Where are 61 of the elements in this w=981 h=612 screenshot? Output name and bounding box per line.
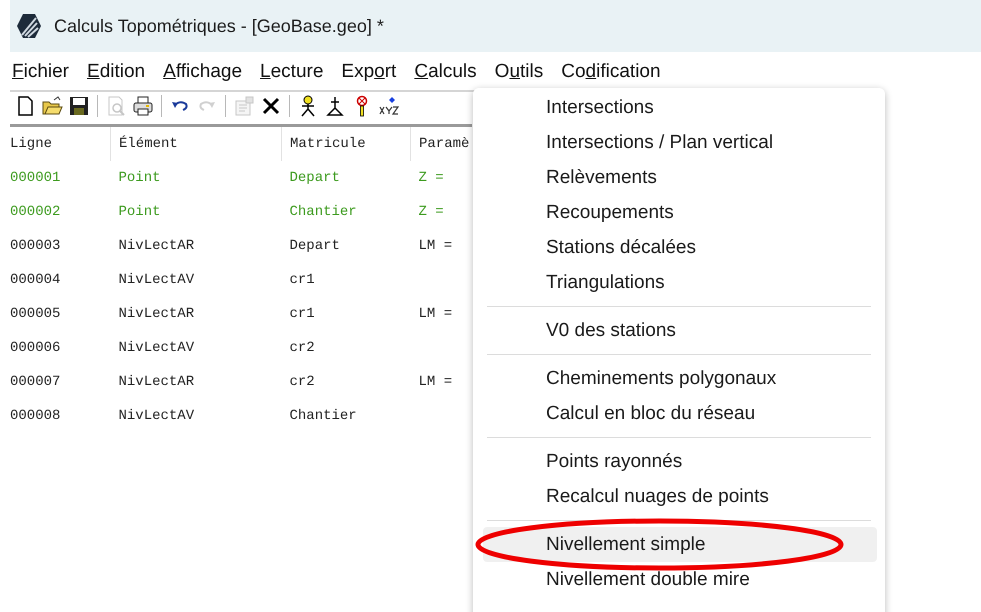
- table-cell-text: Chantier: [288, 203, 358, 222]
- column-header[interactable]: Élément: [110, 127, 282, 161]
- menu-item[interactable]: Edition: [81, 59, 152, 85]
- printer-icon[interactable]: [132, 95, 154, 117]
- menu-item[interactable]: Nivellement simple: [483, 527, 877, 562]
- table-cell-text: NivLectAR: [118, 237, 196, 256]
- app-logo-icon: [16, 13, 42, 39]
- table-cell-text: cr2: [288, 339, 316, 358]
- table-cell-text: cr1: [288, 271, 316, 290]
- menu-item[interactable]: Export: [335, 59, 402, 85]
- table-cell-text: Point: [118, 203, 162, 222]
- table-cell-text: 000007: [10, 373, 62, 392]
- table-cell-text: cr2: [288, 373, 316, 392]
- table-cell-text: LM =: [418, 373, 454, 392]
- tripod-icon[interactable]: [324, 95, 346, 117]
- table-cell-text: NivLectAR: [118, 305, 196, 324]
- table-cell-text: 000002: [10, 203, 62, 222]
- table-cell-text: Depart: [288, 237, 341, 256]
- menu-item[interactable]: Recalcul nuages de points: [483, 479, 877, 514]
- menu-item[interactable]: Calcul en bloc du réseau: [483, 396, 877, 431]
- menu-item[interactable]: Lecture: [254, 59, 330, 85]
- column-header[interactable]: Matricule: [282, 127, 410, 161]
- table-cell-text: 000008: [10, 407, 62, 426]
- table-cell-text: Z =: [418, 203, 445, 222]
- menu-item[interactable]: Intersections / Plan vertical: [483, 125, 877, 160]
- xyz-coordinates-icon[interactable]: [378, 95, 400, 117]
- table-cell-text: NivLectAV: [118, 407, 196, 426]
- window-title: Calculs Topométriques - [GeoBase.geo] *: [54, 16, 384, 36]
- menu-item[interactable]: Codification: [555, 59, 667, 85]
- table-cell: Point: [110, 161, 282, 195]
- table-cell: Depart: [282, 161, 410, 195]
- table-cell-text: Chantier: [288, 407, 358, 426]
- table-cell: 000001: [10, 161, 110, 195]
- menu-item[interactable]: Fichier: [10, 59, 76, 85]
- column-header[interactable]: Ligne: [10, 127, 110, 161]
- menu-item[interactable]: Cheminements polygonaux: [483, 361, 877, 396]
- menu-item[interactable]: Outils: [488, 59, 550, 85]
- menu-item[interactable]: Points rayonnés: [483, 444, 877, 479]
- menu-item[interactable]: Calculs: [408, 59, 483, 85]
- menu-item[interactable]: Recoupements: [483, 195, 877, 230]
- folder-icon[interactable]: [41, 95, 63, 117]
- menu-item[interactable]: Nivellement double mire: [483, 562, 877, 597]
- menu-item[interactable]: V0 des stations: [483, 313, 877, 348]
- menu-item[interactable]: Stations décalées: [483, 230, 877, 265]
- column-header[interactable]: Paramè: [410, 127, 470, 161]
- table-cell-text: 000003: [10, 237, 62, 256]
- table-cell-text: LM =: [418, 237, 454, 256]
- table-cell-text: 000005: [10, 305, 62, 324]
- table-cell-text: NivLectAV: [118, 339, 196, 358]
- table-cell-text: 000004: [10, 271, 62, 290]
- menu-item[interactable]: Intersections: [483, 90, 877, 125]
- table-cell-text: 000006: [10, 339, 62, 358]
- menu-item[interactable]: Triangulations: [483, 265, 877, 300]
- table-cell-text: NivLectAR: [118, 373, 196, 392]
- table-cell-text: LM =: [418, 305, 454, 324]
- table-cell: Z =: [410, 161, 470, 195]
- menu-item[interactable]: Relèvements: [483, 160, 877, 195]
- table-cell-text: cr1: [288, 305, 316, 324]
- table-cell-text: NivLectAV: [118, 271, 196, 290]
- delete-icon[interactable]: [260, 95, 282, 117]
- menu-item[interactable]: Affichage: [157, 59, 248, 85]
